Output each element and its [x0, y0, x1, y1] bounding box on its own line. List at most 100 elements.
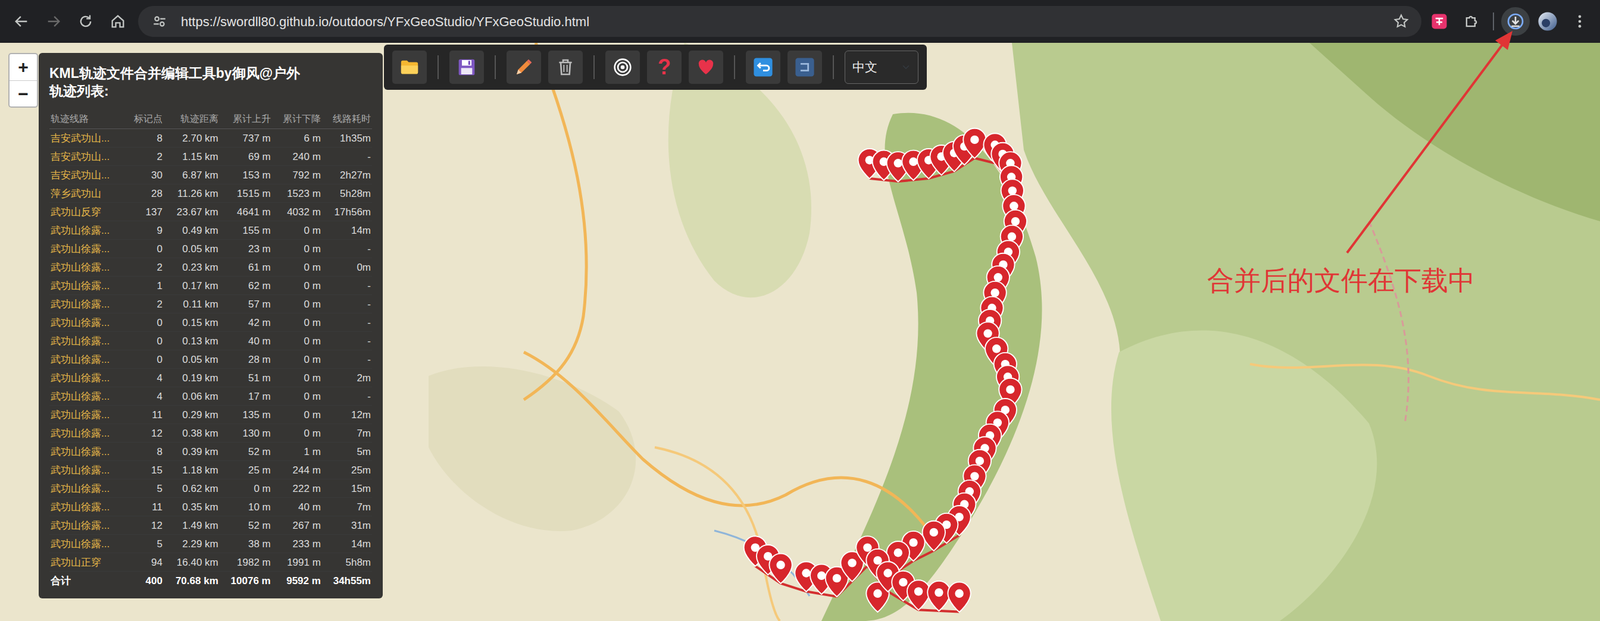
table-row[interactable]: 武功山徐露...151.18 km25 m244 m25m: [49, 461, 373, 480]
table-cell: 222 m: [272, 479, 323, 499]
track-name[interactable]: 武功山徐露...: [49, 498, 126, 517]
table-cell: 0.06 km: [163, 387, 220, 406]
table-row[interactable]: 武功山徐露...10.17 km62 m0 m-: [49, 276, 373, 296]
undo-button[interactable]: [745, 50, 781, 84]
map-pin-icon[interactable]: [769, 554, 792, 584]
profile-avatar-icon[interactable]: [1533, 7, 1562, 36]
track-name[interactable]: 武功山徐露...: [49, 332, 126, 351]
language-select[interactable]: 中文: [844, 50, 919, 84]
table-cell: 0.39 km: [163, 442, 220, 462]
track-name[interactable]: 武功山徐露...: [49, 295, 126, 314]
save-button[interactable]: [449, 50, 484, 84]
open-file-button[interactable]: [392, 50, 427, 84]
column-header[interactable]: 累计上升: [219, 108, 273, 130]
table-cell: 42 m: [219, 313, 273, 333]
track-name[interactable]: 武功山徐露...: [49, 387, 126, 406]
table-row[interactable]: 武功山徐露...00.13 km40 m0 m-: [49, 332, 373, 351]
table-row[interactable]: 武功山徐露...00.05 km23 m0 m-: [49, 239, 373, 259]
track-name[interactable]: 萍乡武功山: [49, 184, 126, 203]
track-name[interactable]: 武功山徐露...: [49, 424, 126, 443]
table-row[interactable]: 武功山徐露...00.15 km42 m0 m-: [49, 313, 373, 333]
map-pin-icon[interactable]: [927, 581, 950, 612]
map-pin-icon[interactable]: [963, 128, 986, 159]
track-name[interactable]: 武功山徐露...: [49, 239, 126, 259]
puzzle-icon[interactable]: [1457, 7, 1486, 36]
site-settings-icon[interactable]: [145, 7, 174, 36]
reload-icon[interactable]: [71, 7, 100, 36]
track-name[interactable]: 武功山徐露...: [49, 535, 126, 554]
track-name[interactable]: 武功山徐露...: [49, 516, 126, 536]
forward-icon[interactable]: [39, 7, 68, 36]
track-name[interactable]: 武功山徐露...: [49, 369, 126, 388]
redo-button[interactable]: [787, 50, 823, 84]
table-row[interactable]: 吉安武功山...306.87 km153 m792 m2h27m: [49, 166, 373, 185]
address-bar[interactable]: https://swordll80.github.io/outdoors/YFx…: [138, 5, 1422, 37]
table-cell: 14m: [322, 221, 373, 240]
edit-button[interactable]: [506, 50, 542, 84]
map-pin-icon[interactable]: [947, 582, 971, 613]
donate-button[interactable]: [688, 50, 724, 84]
track-name[interactable]: 吉安武功山...: [49, 147, 126, 167]
menu-icon[interactable]: [1565, 7, 1595, 36]
table-row[interactable]: 武功山徐露...80.39 km52 m1 m5m: [49, 442, 373, 462]
zoom-in-button[interactable]: +: [9, 54, 37, 81]
table-cell: 9: [125, 221, 164, 240]
url-text[interactable]: https://swordll80.github.io/outdoors/YFx…: [180, 11, 1380, 32]
table-row[interactable]: 武功山徐露...121.49 km52 m267 m31m: [49, 516, 373, 536]
table-cell: 23.67 km: [163, 202, 220, 222]
track-name[interactable]: 武功山徐露...: [49, 405, 126, 425]
track-name[interactable]: 武功山徐露...: [49, 350, 126, 370]
track-name[interactable]: 武功山正穿: [49, 553, 126, 573]
map-pin-icon[interactable]: [907, 580, 930, 611]
table-row[interactable]: 武功山徐露...40.19 km51 m0 m2m: [49, 369, 373, 388]
help-button[interactable]: ?: [647, 50, 682, 84]
track-name[interactable]: 武功山徐露...: [49, 442, 126, 462]
table-row[interactable]: 武功山徐露...110.29 km135 m0 m12m: [49, 405, 373, 425]
map-pin-icon[interactable]: [922, 521, 946, 552]
table-row[interactable]: 武功山反穿13723.67 km4641 m4032 m17h56m: [49, 202, 373, 222]
column-header[interactable]: 线路耗时: [322, 108, 373, 130]
table-cell: 0.11 km: [163, 295, 220, 314]
track-name[interactable]: 武功山徐露...: [49, 479, 126, 499]
column-header[interactable]: 累计下降: [272, 108, 323, 130]
table-row[interactable]: 武功山徐露...00.05 km28 m0 m-: [49, 350, 373, 370]
back-icon[interactable]: [7, 7, 36, 36]
table-row[interactable]: 武功山徐露...110.35 km10 m40 m7m: [49, 498, 373, 517]
track-name[interactable]: 武功山徐露...: [49, 258, 126, 277]
column-header[interactable]: 标记点: [125, 108, 164, 130]
track-name[interactable]: 武功山徐露...: [49, 313, 126, 333]
download-icon[interactable]: [1501, 7, 1530, 36]
track-name[interactable]: 吉安武功山...: [49, 166, 126, 185]
track-line[interactable]: [869, 158, 1016, 613]
map[interactable]: +−KML轨迹文件合并编辑工具by御风@户外轨迹列表:轨迹线路标记点轨迹距离累计…: [0, 42, 1600, 621]
star-icon[interactable]: [1386, 7, 1416, 36]
table-cell: 0.38 km: [163, 424, 220, 443]
table-row[interactable]: 武功山徐露...40.06 km17 m0 m-: [49, 387, 373, 406]
extension-icon[interactable]: [1425, 7, 1454, 36]
track-name[interactable]: 吉安武功山...: [49, 129, 126, 148]
zoom-out-button[interactable]: −: [9, 80, 37, 107]
table-row[interactable]: 萍乡武功山2811.26 km1515 m1523 m5h28m: [49, 184, 373, 203]
table-cell: 25m: [322, 461, 373, 480]
locate-button[interactable]: [605, 50, 640, 84]
track-name[interactable]: 武功山徐露...: [49, 276, 126, 296]
home-icon[interactable]: [103, 7, 133, 36]
track-name[interactable]: 武功山反穿: [49, 202, 126, 222]
table-row[interactable]: 吉安武功山...21.15 km69 m240 m-: [49, 147, 373, 167]
delete-button[interactable]: [548, 50, 583, 84]
table-row[interactable]: 武功山徐露...50.62 km0 m222 m15m: [49, 479, 373, 499]
table-row[interactable]: 武功山徐露...90.49 km155 m0 m14m: [49, 221, 373, 240]
column-header[interactable]: 轨迹线路: [49, 108, 126, 130]
star-icon: [1392, 13, 1410, 30]
table-row[interactable]: 吉安武功山...82.70 km737 m6 m1h35m: [49, 129, 373, 148]
table-row[interactable]: 武功山徐露...52.29 km38 m233 m14m: [49, 535, 373, 554]
table-row[interactable]: 武功山徐露...20.11 km57 m0 m-: [49, 295, 373, 314]
track-name[interactable]: 武功山徐露...: [49, 461, 126, 480]
total-cell: 70.68 km: [163, 572, 220, 591]
table-row[interactable]: 武功山徐露...120.38 km130 m0 m7m: [49, 424, 373, 443]
track-table: 轨迹线路标记点轨迹距离累计上升累计下降线路耗时吉安武功山...82.70 km7…: [49, 108, 373, 591]
table-row[interactable]: 武功山徐露...20.23 km61 m0 m0m: [49, 258, 373, 277]
table-row[interactable]: 武功山正穿9416.40 km1982 m1991 m5h8m: [49, 553, 373, 573]
column-header[interactable]: 轨迹距离: [163, 108, 220, 130]
track-name[interactable]: 武功山徐露...: [49, 221, 126, 240]
